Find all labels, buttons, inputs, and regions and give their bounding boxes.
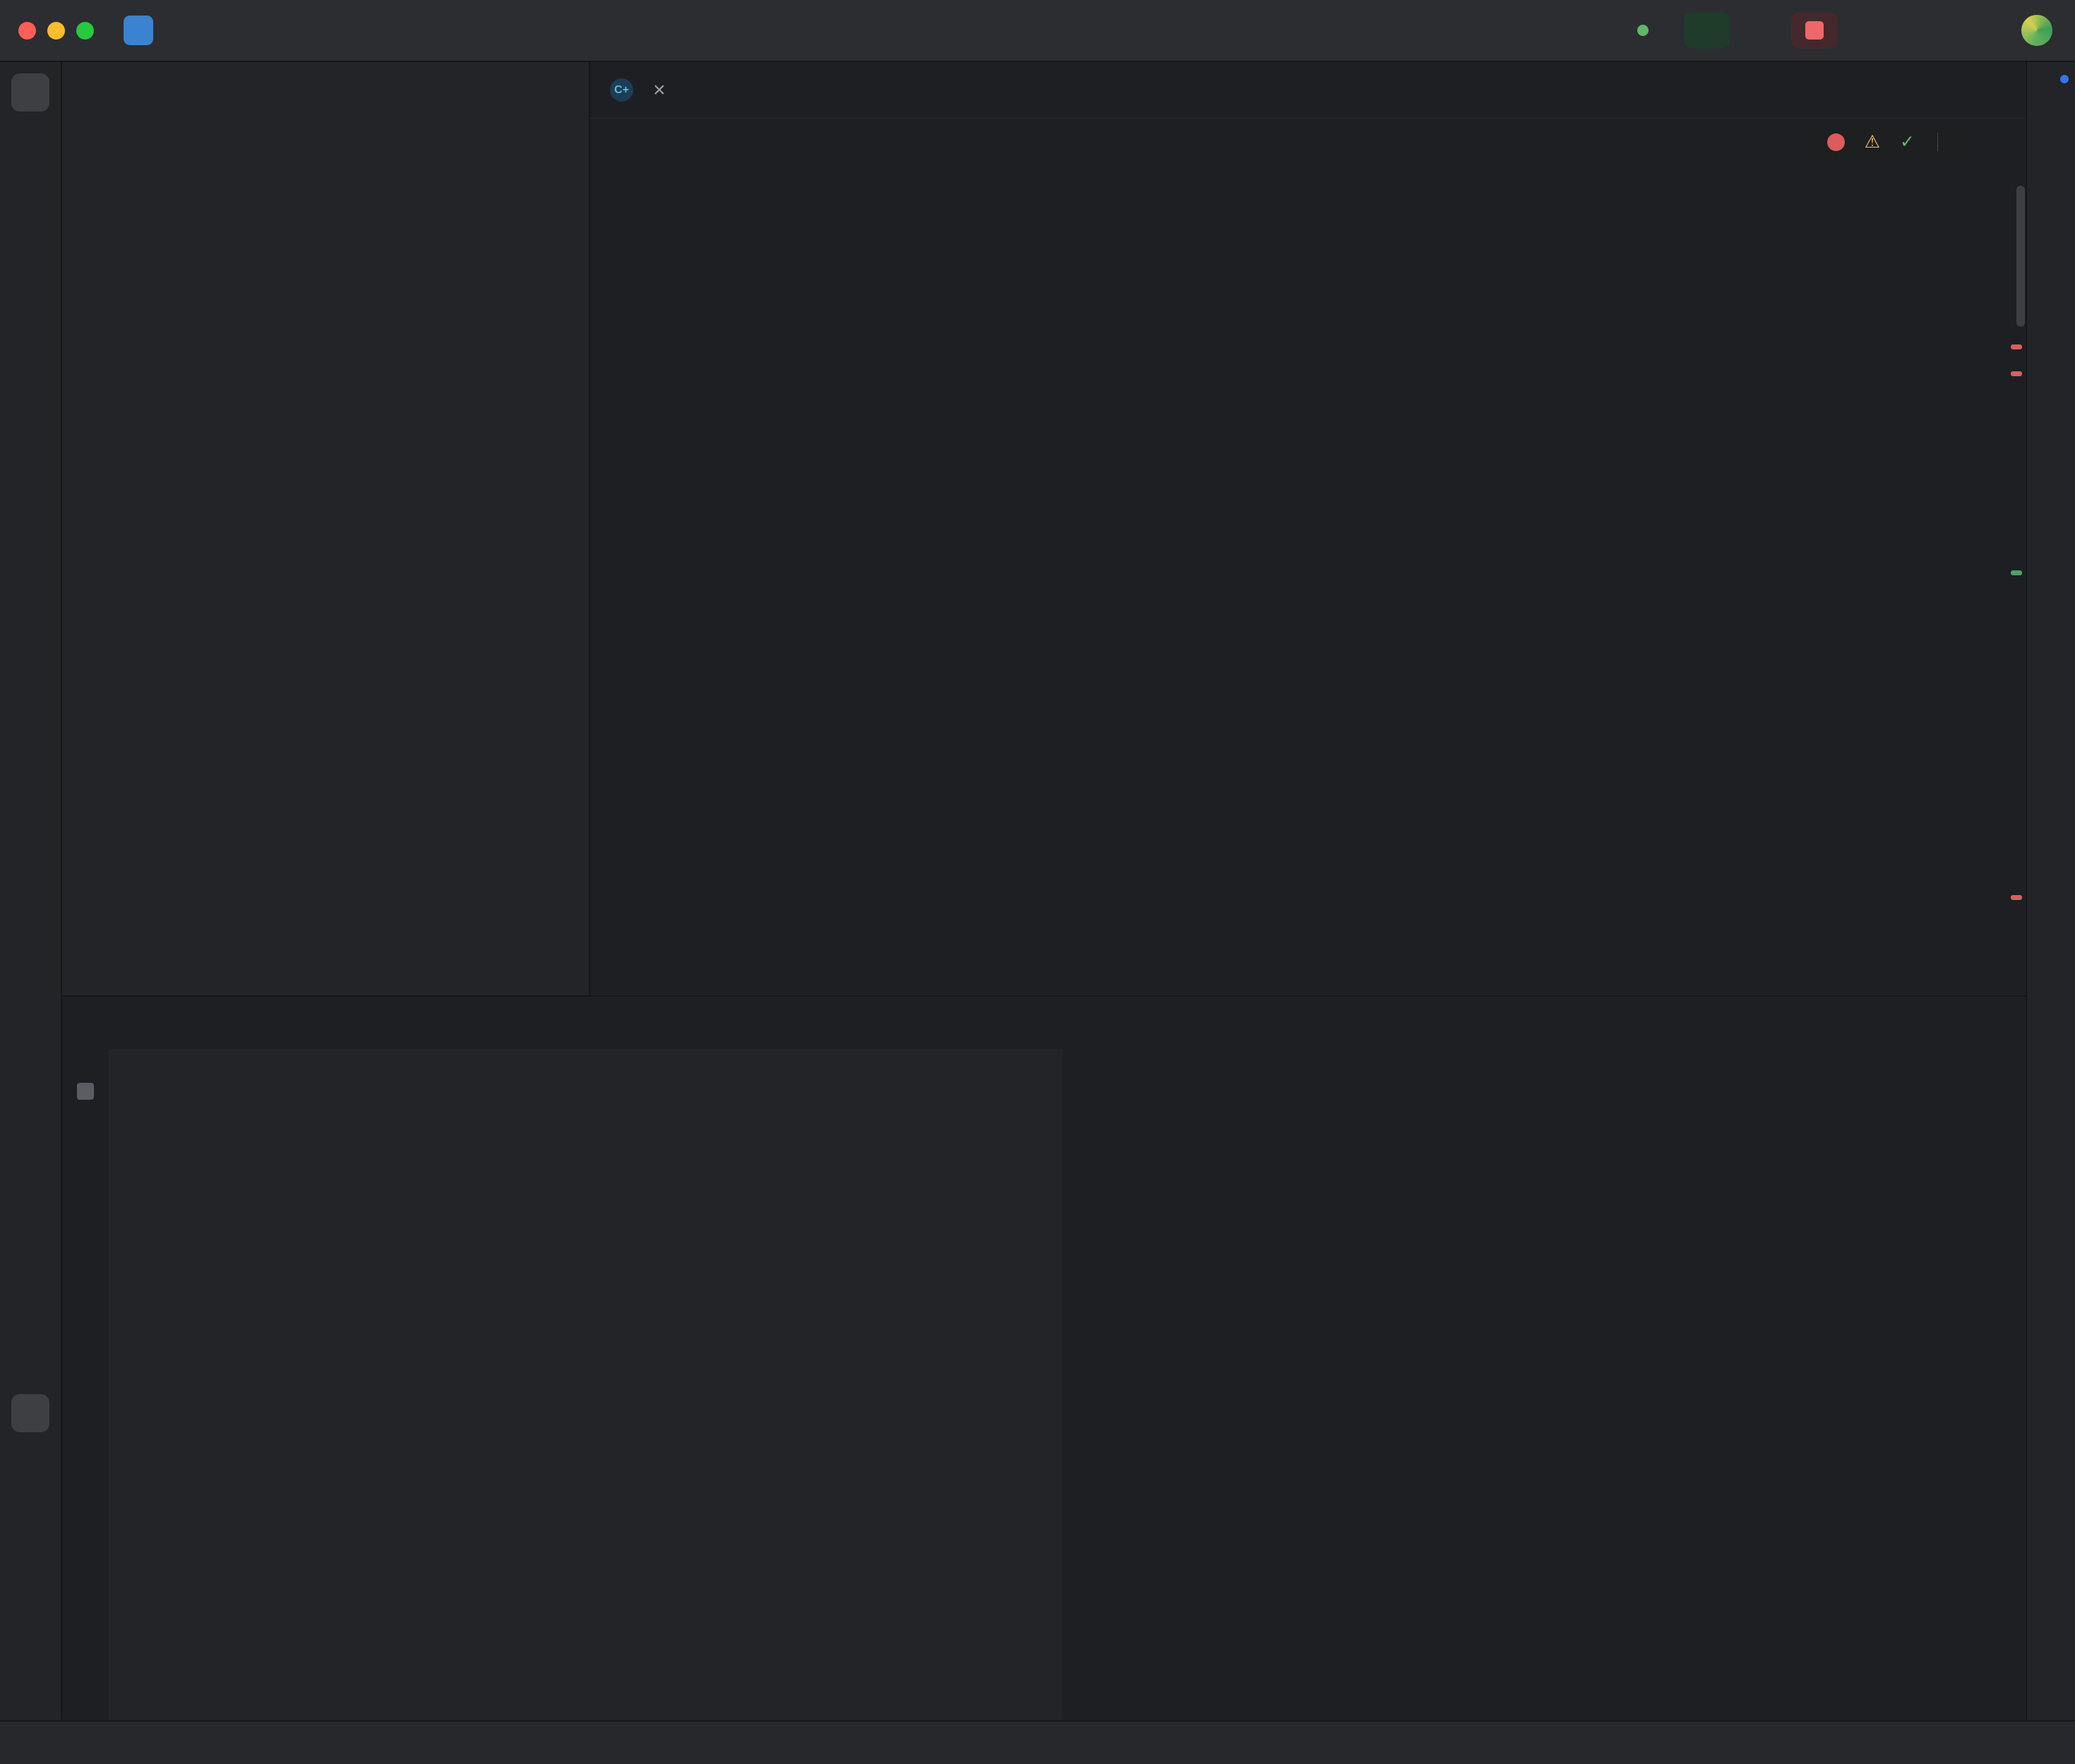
- logcat-tool-button[interactable]: [11, 1504, 49, 1542]
- editor-tab-ai-chat-cpp[interactable]: C+ ×: [590, 62, 686, 118]
- build-result-tree: [109, 1049, 1063, 1720]
- assistant-tool-button[interactable]: [2032, 370, 2070, 408]
- inspection-widget[interactable]: ⚠ ✓: [1816, 127, 1972, 157]
- terminal-tool-button[interactable]: [11, 1614, 49, 1652]
- version-control-tool-button[interactable]: [11, 1669, 49, 1708]
- device-manager-tool-button[interactable]: [2032, 192, 2070, 230]
- debug-button[interactable]: [1738, 12, 1784, 49]
- build-tab-bar: [62, 997, 2026, 1049]
- build-tool-window: [62, 995, 2026, 1720]
- titlebar-right-icons: [1873, 15, 2057, 46]
- stripe-error-mark[interactable]: [2011, 371, 2022, 376]
- project-icon: [124, 16, 153, 45]
- device-selector[interactable]: [1579, 25, 1619, 36]
- right-tool-strip: [2026, 62, 2075, 1720]
- minimize-window-button[interactable]: [47, 22, 65, 40]
- running-devices-tool-button[interactable]: [2032, 251, 2070, 289]
- more-tool-windows-button[interactable]: [11, 294, 49, 332]
- project-tool-window: [62, 62, 590, 995]
- run-button[interactable]: [1684, 12, 1730, 49]
- editor-tab-bar: C+ ×: [590, 62, 2026, 119]
- run-configuration-selector[interactable]: [1626, 19, 1677, 42]
- window-controls: [18, 22, 94, 40]
- left-tool-strip: [0, 62, 62, 1720]
- commit-tool-button[interactable]: [11, 128, 49, 167]
- project-header: [62, 62, 589, 116]
- notifications-button[interactable]: [2032, 73, 2070, 112]
- cpp-file-icon: C+: [610, 78, 633, 102]
- resource-manager-tool-button[interactable]: [11, 1449, 49, 1487]
- stop-sync-button[interactable]: [77, 1083, 94, 1100]
- editor-scrollbar[interactable]: [2016, 186, 2025, 327]
- build-actions-column: [62, 1049, 109, 1720]
- title-bar: [0, 0, 2075, 62]
- project-tool-button[interactable]: [11, 73, 49, 112]
- structure-tool-button[interactable]: [11, 184, 49, 222]
- stripe-error-mark[interactable]: [2011, 895, 2022, 900]
- close-window-button[interactable]: [18, 22, 36, 40]
- gradle-tool-button[interactable]: [2032, 133, 2070, 171]
- fullscreen-window-button[interactable]: [76, 22, 94, 40]
- close-tab-icon[interactable]: ×: [653, 80, 666, 101]
- vcs-branch-selector[interactable]: [186, 25, 225, 36]
- database-inspector-tool-button[interactable]: [2032, 311, 2070, 349]
- status-bar: [0, 1720, 2075, 1764]
- run-config-icon: [1637, 25, 1649, 36]
- project-selector[interactable]: [112, 10, 181, 51]
- warning-icon: ⚠: [1865, 133, 1880, 151]
- problems-tool-button[interactable]: [11, 1559, 49, 1597]
- stop-icon: [1805, 21, 1824, 40]
- pull-requests-tool-button[interactable]: [11, 239, 49, 277]
- project-tree: [62, 116, 589, 995]
- stripe-error-mark[interactable]: [2011, 344, 2022, 349]
- code-editor[interactable]: ⚠ ✓: [590, 119, 2026, 995]
- build-tool-button[interactable]: [11, 1394, 49, 1432]
- check-icon: ✓: [1900, 133, 1915, 151]
- error-icon: [1827, 133, 1845, 151]
- main-area: C+ × ⚠ ✓: [0, 62, 2075, 1720]
- stripe-ok-mark[interactable]: [2011, 570, 2022, 575]
- run-toolbar: [1579, 12, 1845, 49]
- editor-area: C+ × ⚠ ✓: [590, 62, 2026, 995]
- build-console[interactable]: [1063, 1049, 2026, 1720]
- stop-button[interactable]: [1791, 12, 1838, 49]
- user-avatar[interactable]: [2021, 15, 2052, 46]
- notification-dot: [2060, 75, 2069, 83]
